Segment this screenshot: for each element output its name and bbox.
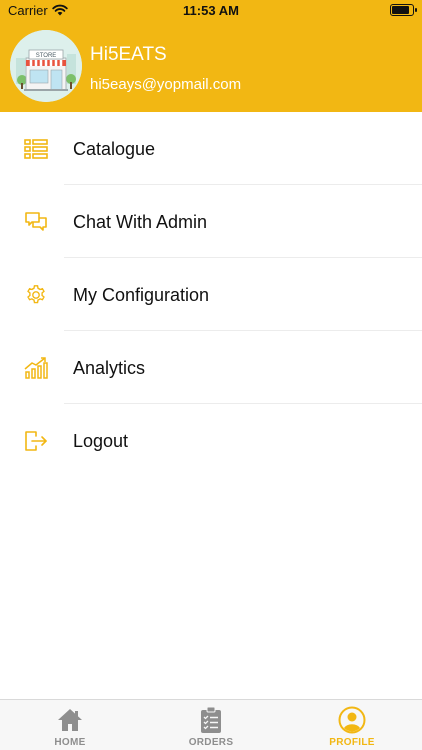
tab-home[interactable]: HOME — [0, 700, 140, 750]
shop-email: hi5eays@yopmail.com — [90, 76, 242, 93]
menu-item-label: My Configuration — [73, 285, 210, 305]
tab-orders[interactable]: ORDERS — [141, 700, 281, 750]
profile-header: Carrier 11:53 AM STORE Hi5EATS hi5eays@y… — [0, 0, 422, 112]
menu-item-logout[interactable]: Logout — [0, 404, 422, 477]
user-icon — [338, 706, 366, 734]
battery-icon — [390, 4, 417, 16]
tab-label: PROFILE — [329, 737, 375, 748]
menu-item-my-configuration[interactable]: My Configuration — [0, 258, 422, 331]
menu-item-chat-with-admin[interactable]: Chat With Admin — [0, 185, 422, 258]
tab-profile[interactable]: PROFILE — [282, 700, 422, 750]
clipboard-icon — [201, 706, 221, 733]
menu-item-label: Catalogue — [73, 139, 156, 159]
menu-item-analytics[interactable]: Analytics — [0, 331, 422, 404]
shop-name: Hi5EATS — [90, 44, 167, 65]
list-icon — [24, 138, 48, 160]
chat-icon — [24, 211, 48, 233]
gear-icon — [24, 284, 48, 306]
menu-item-label: Chat With Admin — [73, 212, 208, 232]
tab-bar: HOME ORDERS PROFILE — [0, 699, 422, 750]
status-bar: Carrier 11:53 AM — [0, 0, 422, 22]
tab-label: HOME — [54, 737, 86, 748]
store-sign: STORE — [36, 53, 57, 59]
profile-menu: Catalogue Chat With Admin My Configurati… — [0, 112, 422, 477]
logout-icon — [24, 430, 48, 452]
menu-item-catalogue[interactable]: Catalogue — [0, 112, 422, 185]
tab-label: ORDERS — [188, 737, 234, 748]
avatar[interactable]: STORE — [10, 30, 82, 102]
menu-item-label: Analytics — [73, 358, 146, 378]
clock: 11:53 AM — [183, 3, 239, 18]
menu-item-label: Logout — [73, 431, 129, 451]
home-icon — [58, 709, 82, 731]
analytics-icon — [24, 357, 48, 379]
